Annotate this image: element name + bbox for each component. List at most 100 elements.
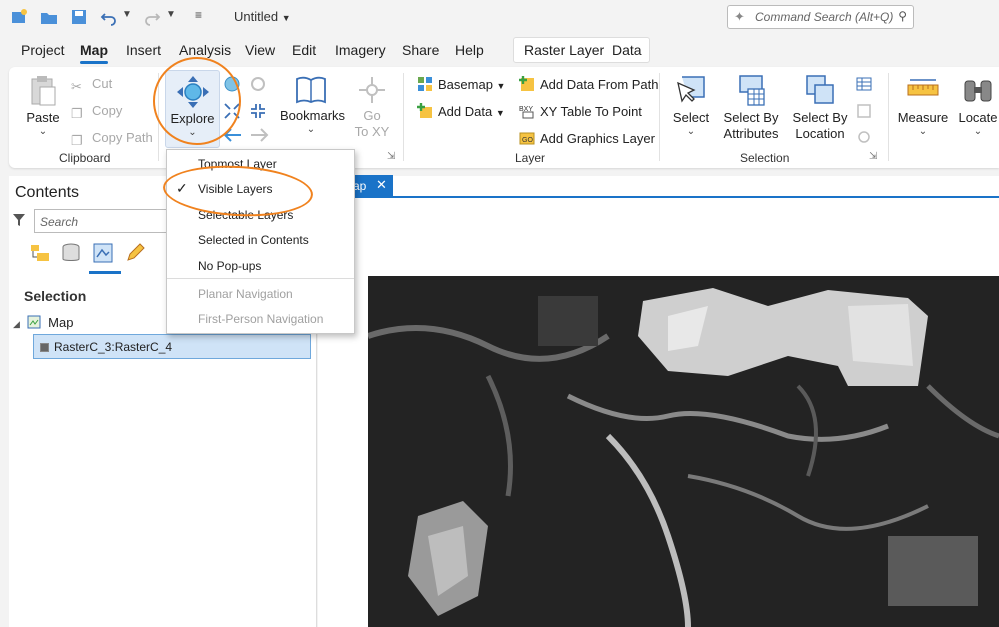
basemap-button[interactable]: Basemap ▼ xyxy=(417,76,505,92)
tab-analysis[interactable]: Analysis xyxy=(179,42,231,58)
undo-icon[interactable] xyxy=(100,8,118,26)
search-icon[interactable]: ⚲ xyxy=(898,9,907,23)
go-to-xy-button[interactable]: Go To XY xyxy=(352,75,392,140)
tab-raster-layer[interactable]: Raster Layer xyxy=(524,42,604,58)
redo-dropdown-icon[interactable]: ▼ xyxy=(166,9,176,20)
clipboard-group-label: Clipboard xyxy=(59,151,110,165)
data-source-icon[interactable] xyxy=(60,242,82,264)
contents-search-placeholder: Search xyxy=(40,215,78,229)
add-data-button[interactable]: Add Data ▼ xyxy=(417,103,505,119)
layer-symbol-icon xyxy=(40,343,49,352)
add-data-icon xyxy=(417,103,433,119)
chevron-down-icon: ▼ xyxy=(497,81,506,91)
chevron-down-icon: ▼ xyxy=(496,108,505,118)
copy-path-button[interactable]: ❐Copy Path xyxy=(71,130,153,149)
select-by-location-icon xyxy=(803,73,837,107)
attributes-table-icon[interactable] xyxy=(856,76,872,92)
command-search-placeholder: Command Search (Alt+Q) xyxy=(755,10,893,24)
copy-button[interactable]: ❐Copy xyxy=(71,103,122,122)
tab-insert[interactable]: Insert xyxy=(126,42,161,58)
tab-map[interactable]: Map xyxy=(80,42,108,58)
sparkle-icon: ✦ xyxy=(734,9,745,25)
redo-icon[interactable] xyxy=(143,8,161,26)
raster-image xyxy=(368,276,999,627)
paste-icon xyxy=(28,75,58,107)
zoom-to-selection-icon[interactable] xyxy=(856,129,872,145)
chevron-down-icon: ⌄ xyxy=(23,126,63,137)
chevron-down-icon: ⌄ xyxy=(280,124,342,135)
locate-button[interactable]: Locate ⌄ xyxy=(955,73,999,137)
active-tool-indicator xyxy=(89,271,121,274)
menu-item-first-person-navigation: First-Person Navigation xyxy=(198,312,323,326)
bookmarks-button[interactable]: Bookmarks ⌄ xyxy=(280,75,342,135)
menu-item-selected-in-contents[interactable]: Selected in Contents xyxy=(198,233,309,247)
go-to-xy-icon xyxy=(357,75,387,105)
map-icon xyxy=(27,315,41,329)
fixed-zoom-out-icon[interactable] xyxy=(249,102,267,120)
divider xyxy=(403,73,404,161)
dialog-launcher-icon[interactable]: ⇲ xyxy=(869,151,877,162)
select-button[interactable]: Select ⌄ xyxy=(669,73,713,137)
menu-item-planar-navigation: Planar Navigation xyxy=(198,287,293,301)
cut-button[interactable]: ✂Cut xyxy=(71,76,112,95)
select-by-attributes-icon xyxy=(734,73,768,107)
layer-row[interactable]: RasterC_3:RasterC_4 xyxy=(33,334,311,359)
add-data-from-path-button[interactable]: Add Data From Path xyxy=(519,76,659,92)
command-search-input[interactable]: ✦ Command Search (Alt+Q) ⚲ xyxy=(727,5,914,29)
menu-item-no-popups[interactable]: No Pop-ups xyxy=(198,259,261,273)
tab-edit[interactable]: Edit xyxy=(292,42,316,58)
add-graphics-layer-button[interactable]: GOAdd Graphics Layer xyxy=(519,130,655,146)
editing-pencil-icon[interactable] xyxy=(124,242,146,264)
graphics-layer-icon: GO xyxy=(519,130,535,146)
copy-icon: ❐ xyxy=(71,106,87,122)
drawing-order-icon[interactable] xyxy=(29,242,51,264)
copy-path-icon: ❐ xyxy=(71,133,87,149)
measure-button[interactable]: Measure ⌄ xyxy=(895,73,951,137)
layer-name: RasterC_3:RasterC_4 xyxy=(54,340,172,354)
open-folder-icon[interactable] xyxy=(40,8,58,26)
divider xyxy=(888,73,889,161)
binoculars-icon xyxy=(961,73,995,107)
undo-dropdown-icon[interactable]: ▼ xyxy=(122,9,132,20)
filter-icon[interactable] xyxy=(12,212,26,228)
layer-group-label: Layer xyxy=(515,151,545,165)
select-by-location-button[interactable]: Select By Location xyxy=(789,73,851,142)
contents-title: Contents xyxy=(15,184,79,202)
tab-help[interactable]: Help xyxy=(455,42,484,58)
title-bar: ▼ ▼ ≡ Untitled ▼ ✦ Command Search (Alt+Q… xyxy=(0,0,999,34)
basemap-icon xyxy=(417,76,433,92)
menu-bar: Project Map Insert Analysis View Edit Im… xyxy=(0,34,999,66)
selection-list-icon[interactable] xyxy=(92,242,114,264)
divider xyxy=(659,73,660,161)
chevron-down-icon: ⌄ xyxy=(895,126,951,137)
customize-toolbar-icon[interactable]: ≡ xyxy=(195,8,202,22)
select-by-attributes-button[interactable]: Select By Attributes xyxy=(720,73,782,142)
scissors-icon: ✂ xyxy=(71,79,87,95)
bookmarks-icon xyxy=(294,75,328,105)
tab-data[interactable]: Data xyxy=(612,42,642,58)
raster-imagery xyxy=(368,276,999,627)
document-title[interactable]: Untitled ▼ xyxy=(234,9,291,24)
tab-view[interactable]: View xyxy=(245,42,275,58)
next-extent-icon[interactable] xyxy=(249,126,269,144)
chevron-down-icon: ⌄ xyxy=(669,126,713,137)
save-icon[interactable] xyxy=(70,8,88,26)
expand-triangle-icon[interactable]: ◢ xyxy=(13,319,20,329)
close-icon[interactable]: ✕ xyxy=(376,177,387,193)
map-node[interactable]: ◢ Map xyxy=(13,315,73,330)
add-data-from-path-icon xyxy=(519,76,535,92)
paste-button[interactable]: Paste ⌄ xyxy=(23,75,63,137)
menu-divider xyxy=(167,278,354,279)
chevron-down-icon: ⌄ xyxy=(955,126,999,137)
map-tab-underline xyxy=(345,196,999,198)
zoom-to-layer-icon[interactable] xyxy=(249,75,267,93)
clear-selection-icon[interactable] xyxy=(856,103,872,119)
dialog-launcher-icon[interactable]: ⇲ xyxy=(387,151,395,162)
contextual-tab-group: Raster Layer Data xyxy=(513,37,650,63)
new-project-icon[interactable] xyxy=(10,8,28,26)
tab-share[interactable]: Share xyxy=(402,42,439,58)
xy-table-to-point-button[interactable]: BXYXY Table To Point xyxy=(519,103,642,119)
ruler-icon xyxy=(906,73,940,107)
tab-imagery[interactable]: Imagery xyxy=(335,42,386,58)
tab-project[interactable]: Project xyxy=(21,42,65,58)
